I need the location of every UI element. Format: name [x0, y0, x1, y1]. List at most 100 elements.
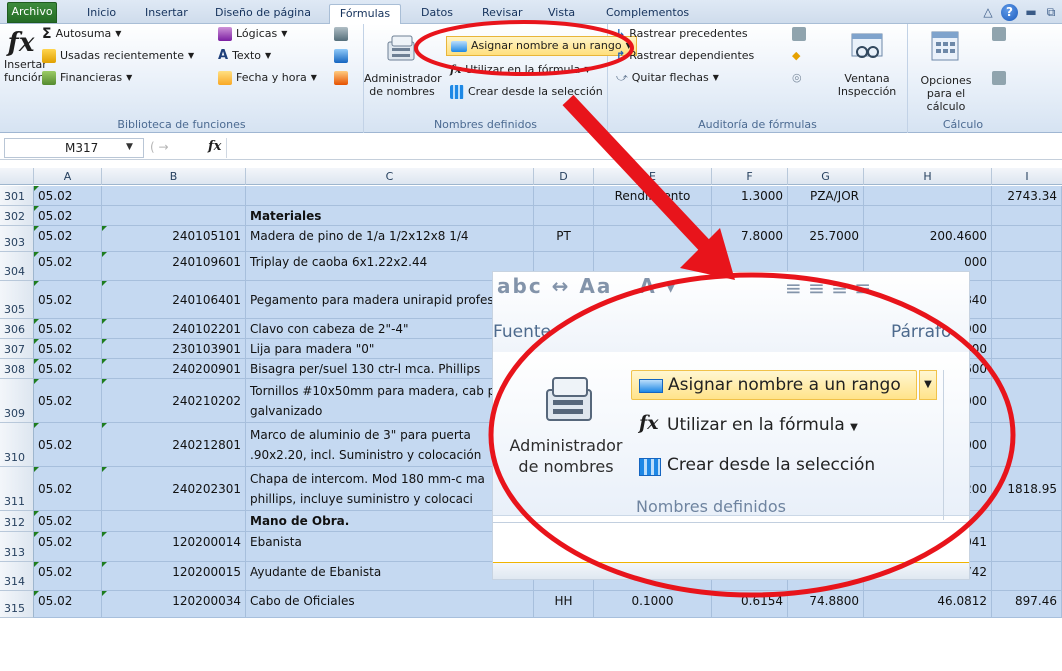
cell-c[interactable]: Tornillos #10x50mm para madera, cab plaz… [246, 379, 534, 423]
cell-c[interactable]: Lija para madera "0" [246, 339, 534, 359]
cell-i[interactable]: 1818.95 [992, 467, 1062, 511]
row-header[interactable]: 313 [0, 532, 34, 562]
cell-h[interactable] [864, 206, 992, 226]
cell-c[interactable]: Madera de pino de 1/a 1/2x12x8 1/4 [246, 226, 534, 252]
cell-a[interactable]: 05.02 [34, 339, 102, 359]
column-header[interactable]: C [246, 168, 534, 185]
cell-i[interactable] [992, 423, 1062, 467]
chevron-down-icon[interactable]: ▼ [126, 142, 133, 152]
cell-i[interactable] [992, 281, 1062, 319]
cell-b[interactable]: 120200034 [102, 591, 246, 618]
calcular-hoja-button[interactable] [992, 68, 1006, 88]
cell-f[interactable]: 0.6154 [712, 591, 788, 618]
cell-a[interactable]: 05.02 [34, 226, 102, 252]
cell-e[interactable] [594, 206, 712, 226]
tab-diseno-pagina[interactable]: Diseño de página [215, 4, 311, 24]
row-header[interactable]: 302 [0, 206, 34, 226]
cell-i[interactable] [992, 226, 1062, 252]
autosuma-button[interactable]: Σ Autosuma ▼ [42, 24, 121, 44]
cell-i[interactable] [992, 206, 1062, 226]
row-header[interactable]: 305 [0, 281, 34, 319]
insert-function-button[interactable]: fx Insertar función [4, 28, 47, 108]
evaluar-formula-button[interactable]: ◎ [792, 68, 802, 88]
cell-a[interactable]: 05.02 [34, 511, 102, 532]
cell-b[interactable]: 230103901 [102, 339, 246, 359]
cell-c[interactable]: Triplay de caoba 6x1.22x2.44 [246, 252, 534, 281]
restore-window-icon[interactable]: ⧉ [1044, 5, 1058, 19]
cell-c[interactable]: Marco de aluminio de 3" para puerta .90x… [246, 423, 534, 467]
cell-f[interactable]: 1.3000 [712, 186, 788, 206]
row-header[interactable]: 312 [0, 511, 34, 532]
cell-g[interactable] [788, 206, 864, 226]
formula-input[interactable] [226, 138, 1058, 158]
row-header[interactable]: 308 [0, 359, 34, 379]
row-header[interactable]: 315 [0, 591, 34, 618]
zoom-asignar-nombre-button[interactable]: Asignar nombre a un rango [631, 370, 917, 400]
cell-i[interactable]: 2743.34 [992, 186, 1062, 206]
cell-c[interactable]: Chapa de intercom. Mod 180 mm-c ma phill… [246, 467, 534, 511]
cell-i[interactable] [992, 359, 1062, 379]
cell-d[interactable]: PT [534, 226, 594, 252]
column-header[interactable]: H [864, 168, 992, 185]
column-header[interactable]: A [34, 168, 102, 185]
cell-b[interactable]: 240109601 [102, 252, 246, 281]
crear-seleccion-button[interactable]: Crear desde la selección [450, 82, 603, 102]
cell-a[interactable]: 05.02 [34, 467, 102, 511]
row-header[interactable]: 303 [0, 226, 34, 252]
cell-b[interactable]: 240202301 [102, 467, 246, 511]
zoom-administrador-button[interactable]: Administrador de nombres [501, 435, 631, 477]
cell-c[interactable]: Materiales [246, 206, 534, 226]
cell-e[interactable]: 0.1000 [594, 591, 712, 618]
cell-b[interactable]: 240212801 [102, 423, 246, 467]
chevron-down-icon[interactable]: ▼ [919, 370, 937, 400]
column-header[interactable]: D [534, 168, 594, 185]
cell-b[interactable]: 120200014 [102, 532, 246, 562]
cell-g[interactable]: PZA/JOR [788, 186, 864, 206]
zoom-crear-seleccion-button[interactable]: Crear desde la selección [667, 455, 875, 475]
cell-c[interactable]: Clavo con cabeza de 2"-4" [246, 319, 534, 339]
cell-a[interactable]: 05.02 [34, 186, 102, 206]
cell-e[interactable] [594, 226, 712, 252]
cell-a[interactable]: 05.02 [34, 319, 102, 339]
usadas-recientemente-button[interactable]: Usadas recientemente ▼ [42, 46, 194, 66]
cell-g[interactable]: 74.8800 [788, 591, 864, 618]
quitar-flechas-button[interactable]: ⤻ Quitar flechas ▼ [616, 68, 719, 88]
select-all-corner[interactable] [0, 168, 34, 185]
mas-funciones-button[interactable] [334, 68, 348, 88]
cell-i[interactable] [992, 379, 1062, 423]
zoom-utilizar-formula-button[interactable]: Utilizar en la fórmula ▼ [667, 415, 858, 435]
busqueda-referencia-button[interactable] [334, 24, 348, 44]
opciones-calculo-button[interactable]: Opciones para el cálculo [908, 28, 984, 113]
row-header[interactable]: 307 [0, 339, 34, 359]
financieras-button[interactable]: Financieras ▼ [42, 68, 132, 88]
column-header[interactable]: I [992, 168, 1062, 185]
cell-c[interactable]: Cabo de Oficiales [246, 591, 534, 618]
cell-a[interactable]: 05.02 [34, 379, 102, 423]
row-header[interactable]: 309 [0, 379, 34, 423]
tab-datos[interactable]: Datos [421, 4, 453, 24]
tab-inicio[interactable]: Inicio [87, 4, 116, 24]
cell-c[interactable]: Pegamento para madera unirapid profesion… [246, 281, 534, 319]
row-header[interactable]: 310 [0, 423, 34, 467]
cell-c[interactable]: Mano de Obra. [246, 511, 534, 532]
cell-i[interactable] [992, 252, 1062, 281]
cell-i[interactable] [992, 319, 1062, 339]
column-header[interactable]: G [788, 168, 864, 185]
cell-b[interactable]: 240105101 [102, 226, 246, 252]
tab-vista[interactable]: Vista [548, 4, 575, 24]
cell-c[interactable]: Bisagra per/suel 130 ctr-l mca. Phillips [246, 359, 534, 379]
cell-a[interactable]: 05.02 [34, 532, 102, 562]
cell-i[interactable] [992, 339, 1062, 359]
row-header[interactable]: 314 [0, 562, 34, 591]
texto-button[interactable]: A Texto ▼ [218, 46, 271, 66]
tab-archivo[interactable]: Archivo [7, 2, 57, 23]
cell-b[interactable] [102, 511, 246, 532]
cell-a[interactable]: 05.02 [34, 562, 102, 591]
cell-f[interactable] [712, 206, 788, 226]
mostrar-formulas-button[interactable] [792, 24, 806, 44]
cell-i[interactable]: 897.46 [992, 591, 1062, 618]
utilizar-formula-button[interactable]: fx Utilizar en la fórmula ▼ [450, 60, 590, 80]
comprobacion-errores-button[interactable]: ◆ [792, 46, 800, 66]
cell-i[interactable] [992, 511, 1062, 532]
matematicas-button[interactable] [334, 46, 348, 66]
